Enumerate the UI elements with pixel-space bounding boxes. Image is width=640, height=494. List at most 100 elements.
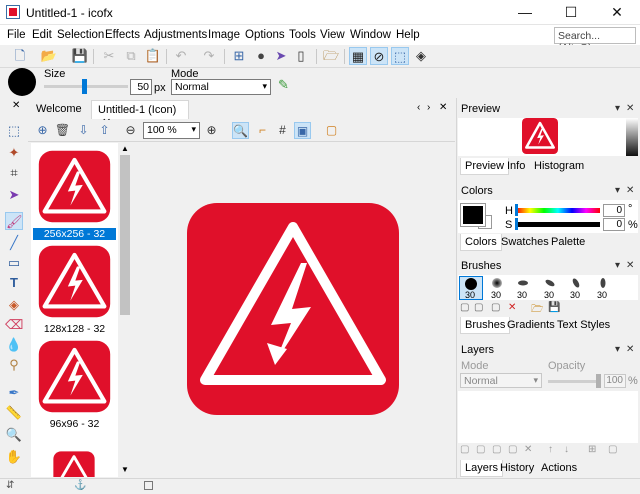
brush-icon[interactable]: 🖌 bbox=[5, 212, 23, 230]
panel-close-icon[interactable]: ✕ bbox=[626, 344, 634, 355]
panel-close-icon[interactable]: ✕ bbox=[626, 103, 634, 114]
zoom-icon[interactable]: 🔍 bbox=[5, 426, 23, 444]
grid-icon[interactable]: # bbox=[274, 122, 291, 139]
saturation-thumb[interactable] bbox=[515, 218, 518, 230]
apple-icon[interactable]: ● bbox=[252, 47, 270, 65]
delete-image-icon[interactable]: 🗑 bbox=[54, 122, 71, 139]
magic-wand-icon[interactable]: ✦ bbox=[5, 144, 23, 162]
size-item-128[interactable]: 128x128 - 32 bbox=[33, 240, 116, 335]
eraser-icon[interactable]: ⌫ bbox=[5, 316, 23, 334]
tab-scroll-left-icon[interactable]: ‹ bbox=[417, 102, 420, 113]
brush-flat-1[interactable] bbox=[518, 280, 528, 286]
redo-icon[interactable]: ↷ bbox=[200, 47, 218, 65]
tab-document[interactable]: Untitled-1 (Icon) ✕ bbox=[91, 100, 189, 129]
brush-preview[interactable] bbox=[8, 68, 36, 96]
tab-gradients[interactable]: Gradients bbox=[503, 317, 559, 334]
menu-window[interactable]: Window bbox=[350, 29, 391, 41]
foreground-color-swatch[interactable] bbox=[460, 203, 486, 227]
cut-icon[interactable]: ✂ bbox=[100, 47, 118, 65]
menu-adjustments[interactable]: Adjustments bbox=[144, 29, 207, 41]
crop-icon[interactable]: ⌗ bbox=[5, 164, 23, 182]
tab-scroll-right-icon[interactable]: › bbox=[427, 102, 430, 113]
tab-histogram[interactable]: Histogram bbox=[530, 158, 588, 175]
layer-mode-select[interactable]: Normal ▾ bbox=[460, 373, 542, 388]
color-picker-icon[interactable]: ✒ bbox=[5, 384, 23, 402]
brush-round-soft[interactable] bbox=[492, 278, 502, 288]
open-folder-icon[interactable]: 📂 bbox=[40, 47, 58, 65]
tab-preview[interactable]: Preview bbox=[460, 158, 510, 175]
hand-icon[interactable]: ✋ bbox=[5, 448, 23, 466]
main-warning-icon[interactable] bbox=[187, 203, 399, 415]
menu-view[interactable]: View bbox=[320, 29, 345, 41]
menu-options[interactable]: Options bbox=[245, 29, 285, 41]
opacity-thumb[interactable] bbox=[596, 374, 601, 388]
size-item-96[interactable]: 96x96 - 32 bbox=[33, 335, 116, 430]
opacity-slider[interactable] bbox=[548, 380, 600, 383]
panel-pin-icon[interactable]: ▾ bbox=[615, 260, 620, 271]
hue-thumb[interactable] bbox=[515, 204, 518, 216]
layer-props-icon[interactable]: ▢ bbox=[492, 444, 501, 455]
menu-effects[interactable]: Effects bbox=[105, 29, 140, 41]
menu-help[interactable]: Help bbox=[396, 29, 420, 41]
doc-close-icon[interactable]: ✕ bbox=[439, 102, 447, 113]
scrollbar-thumb[interactable] bbox=[120, 155, 130, 315]
minimize-button[interactable]: — bbox=[502, 0, 548, 25]
menu-selection[interactable]: Selection bbox=[57, 29, 104, 41]
save-brush-icon[interactable]: 💾 bbox=[548, 302, 560, 313]
new-file-icon[interactable]: 🗋 bbox=[11, 47, 29, 65]
hue-slider[interactable] bbox=[516, 208, 600, 213]
line-icon[interactable]: ╱ bbox=[5, 234, 23, 252]
opacity-input[interactable]: 100 bbox=[604, 374, 626, 388]
rectangle-icon[interactable]: ▭ bbox=[5, 254, 23, 272]
brush-flat-4[interactable] bbox=[600, 278, 606, 288]
tab-info[interactable]: Info bbox=[503, 158, 529, 175]
export-image-icon[interactable]: ⇧ bbox=[96, 122, 113, 139]
image-folder-icon[interactable]: 🗁 bbox=[322, 47, 340, 65]
ruler-icon[interactable]: ⌐ bbox=[254, 122, 271, 139]
size-input[interactable]: 50 bbox=[130, 79, 152, 95]
cursor-icon[interactable]: ➤ bbox=[272, 47, 290, 65]
scroll-down-icon[interactable]: ▼ bbox=[121, 465, 129, 474]
saturation-input[interactable]: 0 bbox=[603, 218, 625, 231]
pixel-view-icon[interactable]: ▣ bbox=[294, 122, 311, 139]
hue-input[interactable]: 0 bbox=[603, 204, 625, 217]
tab-colors[interactable]: Colors bbox=[460, 234, 502, 251]
stamp-icon[interactable]: ⚲ bbox=[5, 356, 23, 374]
panel-pin-icon[interactable]: ▾ bbox=[615, 344, 620, 355]
layer-more-icon[interactable]: ▢ bbox=[608, 444, 617, 455]
text-icon[interactable]: T bbox=[5, 274, 23, 292]
menu-image[interactable]: Image bbox=[208, 29, 240, 41]
tab-swatches[interactable]: Swatches bbox=[497, 234, 553, 251]
maximize-button[interactable]: ☐ bbox=[548, 0, 594, 25]
panel-pin-icon[interactable]: ▾ bbox=[615, 103, 620, 114]
fill-bucket-icon[interactable]: ◈ bbox=[5, 296, 23, 314]
delete-layer-icon[interactable]: ✕ bbox=[524, 444, 532, 455]
close-button[interactable]: ✕ bbox=[594, 0, 640, 25]
menu-tools[interactable]: Tools bbox=[289, 29, 316, 41]
panel-close-icon[interactable]: ✕ bbox=[626, 260, 634, 271]
size-item-partial[interactable] bbox=[50, 448, 98, 477]
zoom-fit-icon[interactable]: 🔍 bbox=[232, 122, 249, 139]
transparency-icon[interactable]: ⊘ bbox=[370, 47, 388, 65]
scroll-up-icon[interactable]: ▲ bbox=[121, 144, 129, 153]
panel-pin-icon[interactable]: ▾ bbox=[615, 185, 620, 196]
tools-close-icon[interactable]: ✕ bbox=[12, 100, 20, 111]
checkerboard-icon[interactable]: ▦ bbox=[349, 47, 367, 65]
grid-view-icon[interactable]: ⬚ bbox=[391, 47, 409, 65]
tab-palette[interactable]: Palette bbox=[547, 234, 589, 251]
rect-select-icon[interactable]: ⬚ bbox=[5, 122, 23, 140]
tab-actions[interactable]: Actions bbox=[537, 460, 581, 477]
size-slider-thumb[interactable] bbox=[82, 79, 87, 94]
duplicate-layer-icon[interactable]: ▢ bbox=[476, 444, 485, 455]
panel-close-icon[interactable]: ✕ bbox=[626, 185, 634, 196]
search-input[interactable]: Search... (Alt+Q) bbox=[554, 27, 636, 54]
duplicate-brush-icon[interactable]: ▢ bbox=[474, 302, 483, 313]
zoom-select[interactable]: 100 % ▾ bbox=[143, 122, 200, 139]
save-icon[interactable]: 💾 bbox=[71, 47, 89, 65]
import-image-icon[interactable]: ⇩ bbox=[75, 122, 92, 139]
preview-frame-icon[interactable]: ▢ bbox=[323, 122, 340, 139]
menu-edit[interactable]: Edit bbox=[32, 29, 52, 41]
add-image-icon[interactable]: ⊕ bbox=[34, 122, 51, 139]
undo-icon[interactable]: ↶ bbox=[172, 47, 190, 65]
mobile-icon[interactable]: ▯ bbox=[292, 47, 310, 65]
